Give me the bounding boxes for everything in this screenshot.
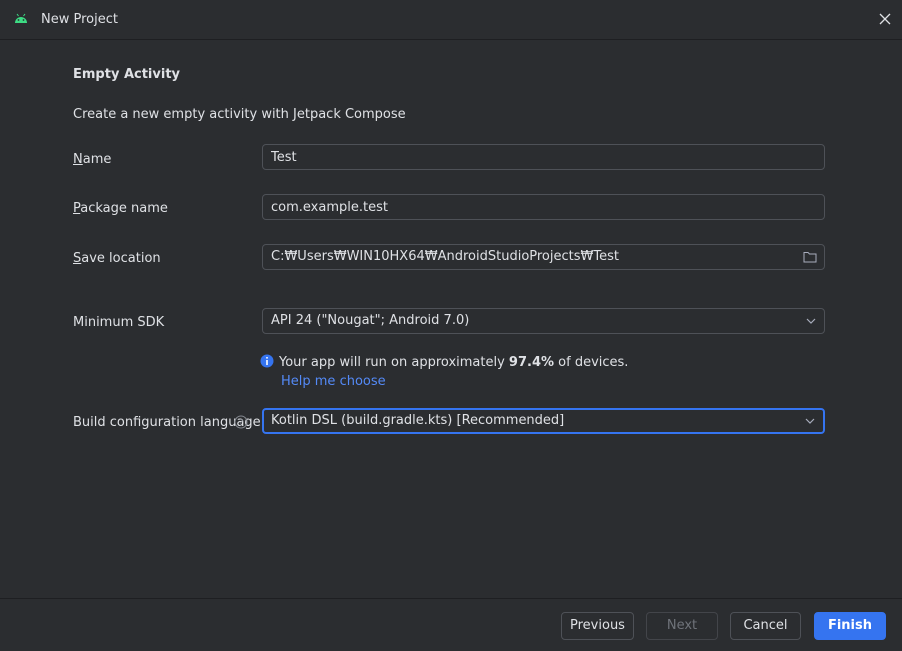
android-icon xyxy=(15,13,27,23)
close-icon[interactable] xyxy=(878,12,892,26)
help-me-choose-link[interactable]: Help me choose xyxy=(281,374,386,389)
svg-text:?: ? xyxy=(239,419,244,429)
name-input[interactable] xyxy=(262,144,825,170)
save-location-label: Save location xyxy=(73,251,161,266)
coverage-prefix: Your app will run on approximately xyxy=(279,355,509,370)
dialog-footer: Previous Next Cancel Finish xyxy=(0,598,902,651)
folder-icon[interactable] xyxy=(803,251,817,263)
name-label-mnemonic: N xyxy=(73,152,83,167)
chevron-down-icon xyxy=(806,318,816,324)
build-config-value: Kotlin DSL (build.gradle.kts) [Recommend… xyxy=(271,413,565,428)
save-location-value: C:₩Users₩WIN10HX64₩AndroidStudioProjects… xyxy=(271,249,619,264)
device-coverage-text: Your app will run on approximately 97.4%… xyxy=(279,355,628,370)
name-label: Name xyxy=(73,152,111,167)
help-question-icon[interactable]: ? xyxy=(234,415,248,429)
cancel-button[interactable]: Cancel xyxy=(730,612,801,640)
build-config-select[interactable]: Kotlin DSL (build.gradle.kts) [Recommend… xyxy=(262,408,825,434)
package-name-label: Package name xyxy=(73,201,168,216)
package-label-rest: ackage name xyxy=(80,201,168,216)
min-sdk-select[interactable]: API 24 ("Nougat"; Android 7.0) xyxy=(262,308,825,334)
min-sdk-value: API 24 ("Nougat"; Android 7.0) xyxy=(271,313,470,328)
coverage-suffix: of devices. xyxy=(554,355,629,370)
min-sdk-label: Minimum SDK xyxy=(73,315,165,330)
next-button[interactable]: Next xyxy=(646,612,718,640)
save-label-rest: ave location xyxy=(81,251,161,266)
finish-button[interactable]: Finish xyxy=(814,612,886,640)
save-location-field[interactable]: C:₩Users₩WIN10HX64₩AndroidStudioProjects… xyxy=(262,244,825,270)
dialog-content: Empty Activity Create a new empty activi… xyxy=(0,41,902,598)
title-bar: New Project xyxy=(0,0,902,40)
previous-button[interactable]: Previous xyxy=(561,612,634,640)
info-icon xyxy=(260,354,274,368)
window-title: New Project xyxy=(41,12,118,27)
page-subtitle: Create a new empty activity with Jetpack… xyxy=(73,107,406,122)
chevron-down-icon xyxy=(805,418,815,424)
page-heading: Empty Activity xyxy=(73,67,181,82)
coverage-percent: 97.4% xyxy=(508,355,555,370)
build-config-label: Build configuration language xyxy=(73,415,261,430)
name-label-rest: ame xyxy=(82,152,112,167)
package-name-input[interactable] xyxy=(262,194,825,220)
